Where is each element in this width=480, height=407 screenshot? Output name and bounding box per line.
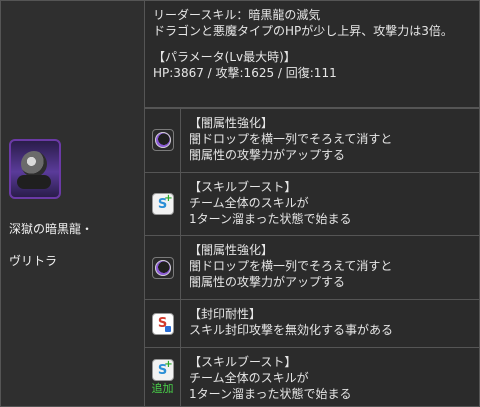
awakening-icon-cell [145,109,181,172]
awakening-text: 【闇属性強化】 闇ドロップを横一列でそろえて消すと 闇属性の攻撃力がアップする [181,109,479,172]
lock-icon [164,325,171,332]
awakening-desc-line1: 闇ドロップを横一列でそろえて消すと [189,132,393,146]
character-cell: 深獄の暗黒龍・ ヴリトラ [1,1,145,406]
awakening-text: 【闇属性強化】 闇ドロップを横一列でそろえて消すと 闇属性の攻撃力がアップする [181,236,479,299]
character-name: 深獄の暗黒龍・ ヴリトラ [9,205,93,269]
awakening-title: 【スキルブースト】 [189,179,297,194]
awakening-icon-cell: S + [145,172,181,236]
awakening-text: 【スキルブースト】 チーム全体のスキルが 1ターン溜まった状態で始まる [181,173,479,236]
awakening-desc-line1: スキル封印攻撃を無効化する事がある [189,323,394,338]
dark-attribute-enhance-icon [151,256,174,279]
plus-glyph: + [164,192,173,204]
awakening-icon-cell: S [145,300,181,348]
character-info: 深獄の暗黒龍・ ヴリトラ [1,138,93,269]
leader-skill-title: リーダースキル：暗黒龍の滅気 [153,8,321,22]
moon-icon [154,259,171,276]
awakening-icon-cell: S + 追加 [145,348,181,407]
params-values: HP:3867 / 攻撃:1625 / 回復:111 [153,66,337,80]
awakening-row: 【闇属性強化】 闇ドロップを横一列でそろえて消すと 闇属性の攻撃力がアップする [145,108,479,172]
awakening-desc-line2: 闇属性の攻撃力がアップする [189,275,346,290]
character-name-line2: ヴリトラ [9,253,58,268]
leader-skill-desc: ドラゴンと悪魔タイプのHPが少し上昇、攻撃力は3倍。 [153,24,453,38]
monster-detail-table: 深獄の暗黒龍・ ヴリトラ リーダースキル：暗黒龍の滅気 ドラゴンと悪魔タイプのH… [0,0,480,407]
awakening-desc-line1: チーム全体のスキルが [189,371,309,386]
awakening-desc-line1: チーム全体のスキルが [189,195,309,210]
skill-boost-icon: S + [151,192,174,215]
awakening-row: S + 【スキルブースト】 チーム全体のスキルが 1ターン溜まった状態で始まる [145,171,479,236]
awakening-desc-line1: 闇ドロップを横一列でそろえて消すと [189,259,393,274]
awakening-title: 【闇属性強化】 [189,116,274,130]
dark-attribute-enhance-icon [151,129,174,152]
awakening-desc-line2: 1ターン溜まった状態で始まる [189,211,352,226]
awakening-desc-line2: 1ターン溜まった状態で始まる [189,387,352,402]
moon-icon [154,132,171,149]
awakening-title: 【闇属性強化】 [189,243,274,258]
awakening-icon-cell [145,236,181,300]
awakening-title: 【封印耐性】 [189,307,262,322]
awakening-desc-line2: 闇属性の攻撃力がアップする [189,148,346,162]
plus-glyph: + [164,358,173,370]
params-title: 【パラメータ(Lv最大時)】 [153,50,296,64]
details-column: リーダースキル：暗黒龍の滅気 ドラゴンと悪魔タイプのHPが少し上昇、攻撃力は3倍… [145,1,479,407]
monster-portrait[interactable] [9,138,61,199]
character-name-line1: 深獄の暗黒龍・ [9,221,94,236]
awakening-title: 【スキルブースト】 [189,355,297,370]
awakening-row: 【闇属性強化】 闇ドロップを横一列でそろえて消すと 闇属性の攻撃力がアップする [145,235,479,300]
awakening-text: 【封印耐性】 スキル封印攻撃を無効化する事がある [181,300,479,347]
skill-boost-icon: S + [151,358,174,382]
skill-bind-resist-icon: S [151,312,174,335]
awakening-row: S 【封印耐性】 スキル封印攻撃を無効化する事がある [145,299,479,348]
awakening-text: 【スキルブースト】 チーム全体のスキルが 1ターン溜まった状態で始まる [181,348,479,406]
added-badge: 追加 [151,382,174,396]
leader-skill-section: リーダースキル：暗黒龍の滅気 ドラゴンと悪魔タイプのHPが少し上昇、攻撃力は3倍… [145,1,479,108]
awakening-row: S + 追加 【スキルブースト】 チーム全体のスキルが 1ターン溜まった状態で始ま… [145,347,479,407]
